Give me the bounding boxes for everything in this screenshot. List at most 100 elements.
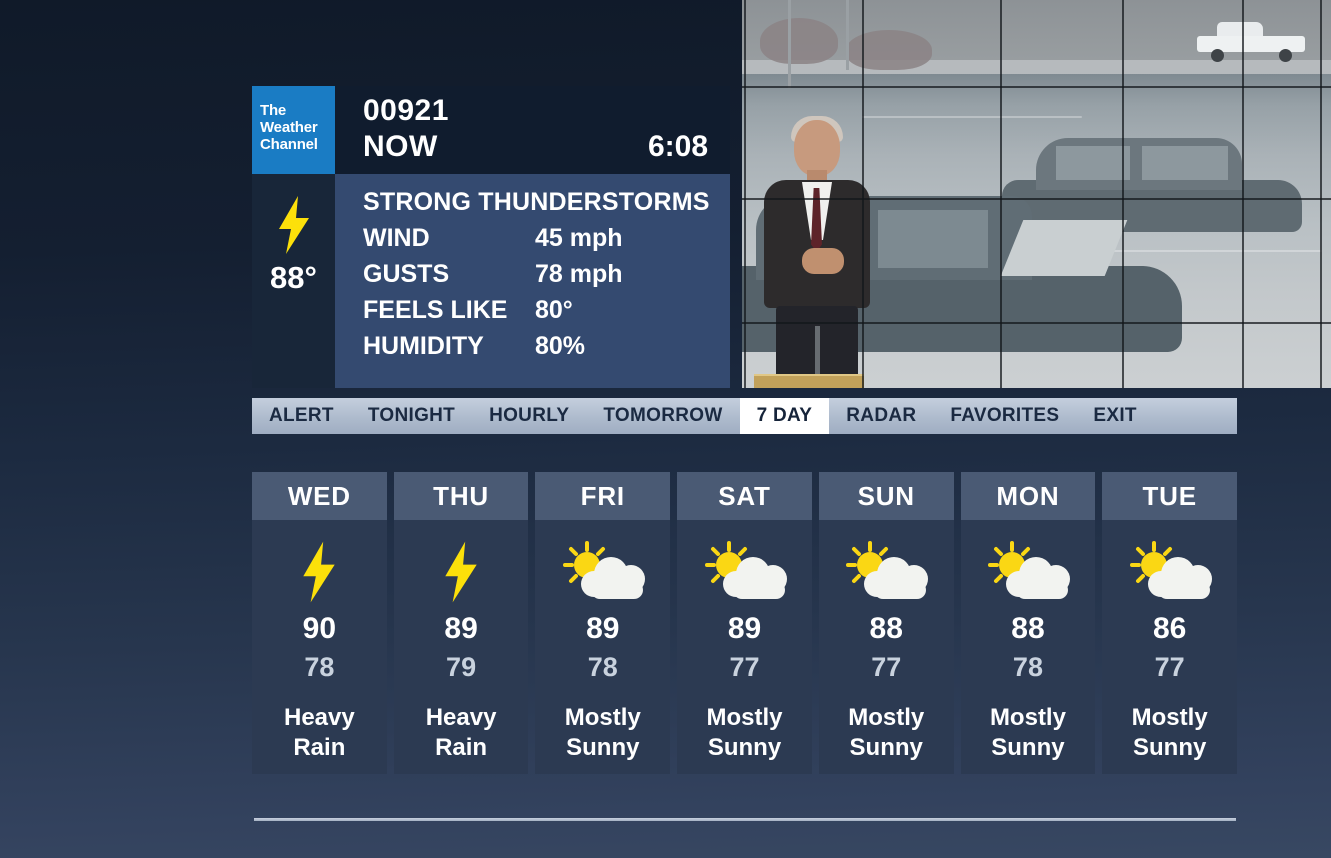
meteorologist bbox=[758, 116, 876, 388]
gusts-label: GUSTS bbox=[363, 260, 450, 288]
gusts-value: 78 mph bbox=[535, 260, 623, 288]
condition-text: Mostly Sunny bbox=[848, 703, 924, 763]
location-header: 00921 NOW 6:08 bbox=[335, 86, 730, 174]
high-temperature: 90 bbox=[302, 612, 337, 645]
forecast-card-wed[interactable]: WED 90 78 Heavy Rain bbox=[252, 472, 387, 774]
bottom-divider bbox=[254, 818, 1236, 821]
video-feed[interactable] bbox=[742, 0, 1331, 388]
detail-row-wind: WIND 45 mph bbox=[363, 220, 730, 256]
low-temperature: 77 bbox=[1154, 652, 1185, 682]
high-temperature: 88 bbox=[869, 612, 903, 645]
forecast-card-sat[interactable]: SAT 89 77 Mostly Sunny bbox=[677, 472, 812, 774]
high-temperature: 89 bbox=[727, 612, 762, 645]
condition-line-2: Sunny bbox=[849, 734, 923, 761]
shrub bbox=[760, 18, 838, 64]
main-navigation: ALERT TONIGHT HOURLY TOMORROW 7 DAY RADA… bbox=[252, 398, 1237, 434]
low-temperature: 77 bbox=[729, 652, 760, 682]
condition-line-2: Rain bbox=[435, 734, 488, 761]
sun-behind-cloud-icon bbox=[982, 536, 1074, 608]
lightning-icon bbox=[273, 196, 315, 254]
day-label: SUN bbox=[818, 472, 954, 520]
condition-headline: STRONG THUNDERSTORMS bbox=[363, 188, 710, 216]
podium bbox=[754, 374, 864, 388]
condition-text: Mostly Sunny bbox=[707, 703, 783, 763]
condition-line-2: Sunny bbox=[1132, 734, 1207, 761]
feels-like-label: FEELS LIKE bbox=[363, 296, 508, 324]
nav-item-hourly[interactable]: HOURLY bbox=[472, 398, 586, 434]
condition-line-2: Sunny bbox=[991, 734, 1065, 761]
condition-line-2: Rain bbox=[293, 734, 346, 761]
wind-label: WIND bbox=[363, 224, 430, 252]
nav-item-radar[interactable]: RADAR bbox=[829, 398, 933, 434]
weather-channel-logo: The Weather Channel bbox=[252, 86, 335, 174]
high-temperature: 88 bbox=[1011, 612, 1045, 645]
condition-line-1: Mostly bbox=[706, 704, 783, 731]
wind-value: 45 mph bbox=[535, 224, 623, 252]
forecast-card-tue[interactable]: TUE 86 77 Mostly Sunny bbox=[1102, 472, 1238, 774]
nav-item-exit[interactable]: EXIT bbox=[1076, 398, 1153, 434]
condition-line-2: Sunny bbox=[707, 734, 782, 761]
nav-item-favorites[interactable]: FAVORITES bbox=[933, 398, 1076, 434]
condition-text: Heavy Rain bbox=[426, 703, 497, 763]
low-temperature: 79 bbox=[446, 652, 477, 682]
sun-behind-cloud-icon bbox=[1124, 536, 1216, 608]
current-temp-sidebar: 88° bbox=[252, 174, 335, 388]
current-temperature: 88° bbox=[270, 260, 317, 295]
logo-line-2: Weather bbox=[260, 119, 318, 136]
logo-line-3: Channel bbox=[260, 136, 318, 153]
nav-item-tonight[interactable]: TONIGHT bbox=[351, 398, 472, 434]
now-label: NOW bbox=[363, 130, 438, 163]
condition-line-1: Heavy bbox=[283, 704, 355, 731]
low-temperature: 77 bbox=[871, 652, 902, 682]
nav-item-alert[interactable]: ALERT bbox=[252, 398, 351, 434]
logo-line-1: The bbox=[260, 102, 287, 119]
feels-like-value: 80° bbox=[535, 296, 573, 324]
high-temperature: 86 bbox=[1152, 612, 1187, 645]
nav-item-7-day[interactable]: 7 DAY bbox=[739, 398, 830, 434]
seven-day-forecast: WED 90 78 Heavy Rain THU 89 79 Heavy Rai… bbox=[252, 472, 1238, 774]
day-label: FRI bbox=[535, 472, 671, 520]
high-temperature: 89 bbox=[444, 612, 478, 645]
day-label: THU bbox=[393, 472, 529, 520]
low-temperature: 78 bbox=[587, 652, 618, 682]
nav-item-tomorrow[interactable]: TOMORROW bbox=[586, 398, 739, 434]
condition-text: Mostly Sunny bbox=[990, 703, 1066, 763]
day-label: WED bbox=[252, 472, 387, 520]
detail-row-humidity: HUMIDITY 80% bbox=[363, 328, 730, 364]
utility-pole bbox=[788, 0, 791, 88]
low-temperature: 78 bbox=[304, 652, 335, 682]
condition-text: Heavy Rain bbox=[284, 703, 355, 763]
condition-line-1: Mostly bbox=[1131, 704, 1208, 731]
conditions-detail: STRONG THUNDERSTORMS WIND 45 mph GUSTS 7… bbox=[335, 174, 730, 388]
high-temperature: 89 bbox=[586, 612, 620, 645]
white-pickup-truck bbox=[1197, 22, 1305, 62]
day-label: SAT bbox=[677, 472, 812, 520]
humidity-label: HUMIDITY bbox=[363, 332, 484, 360]
forecast-card-fri[interactable]: FRI 89 78 Mostly Sunny bbox=[535, 472, 671, 774]
current-conditions-card: The Weather Channel 00921 NOW 6:08 88° S… bbox=[252, 86, 730, 388]
lightning-icon bbox=[439, 536, 483, 608]
condition-line-1: Heavy bbox=[425, 704, 497, 731]
condition-text: Mostly Sunny bbox=[565, 703, 641, 763]
lightning-icon bbox=[297, 536, 341, 608]
sun-behind-cloud-icon bbox=[557, 536, 649, 608]
condition-line-1: Mostly bbox=[848, 704, 925, 731]
condition-text: Mostly Sunny bbox=[1132, 703, 1208, 763]
day-label: TUE bbox=[1102, 472, 1238, 520]
low-temperature: 78 bbox=[1012, 652, 1043, 682]
forecast-card-mon[interactable]: MON 88 78 Mostly Sunny bbox=[960, 472, 1096, 774]
day-label: MON bbox=[960, 472, 1096, 520]
detail-row-gusts: GUSTS 78 mph bbox=[363, 256, 730, 292]
forecast-card-thu[interactable]: THU 89 79 Heavy Rain bbox=[393, 472, 529, 774]
condition-line-2: Sunny bbox=[566, 734, 640, 761]
condition-line-1: Mostly bbox=[989, 704, 1066, 731]
sun-behind-cloud-icon bbox=[840, 536, 932, 608]
shrub bbox=[846, 30, 932, 70]
sun-behind-cloud-icon bbox=[699, 536, 791, 608]
zip-code: 00921 bbox=[363, 94, 449, 127]
condition-line-1: Mostly bbox=[564, 704, 641, 731]
forecast-card-sun[interactable]: SUN 88 77 Mostly Sunny bbox=[818, 472, 954, 774]
humidity-value: 80% bbox=[535, 332, 586, 360]
current-time: 6:08 bbox=[647, 130, 708, 163]
detail-row-feels-like: FEELS LIKE 80° bbox=[363, 292, 730, 328]
